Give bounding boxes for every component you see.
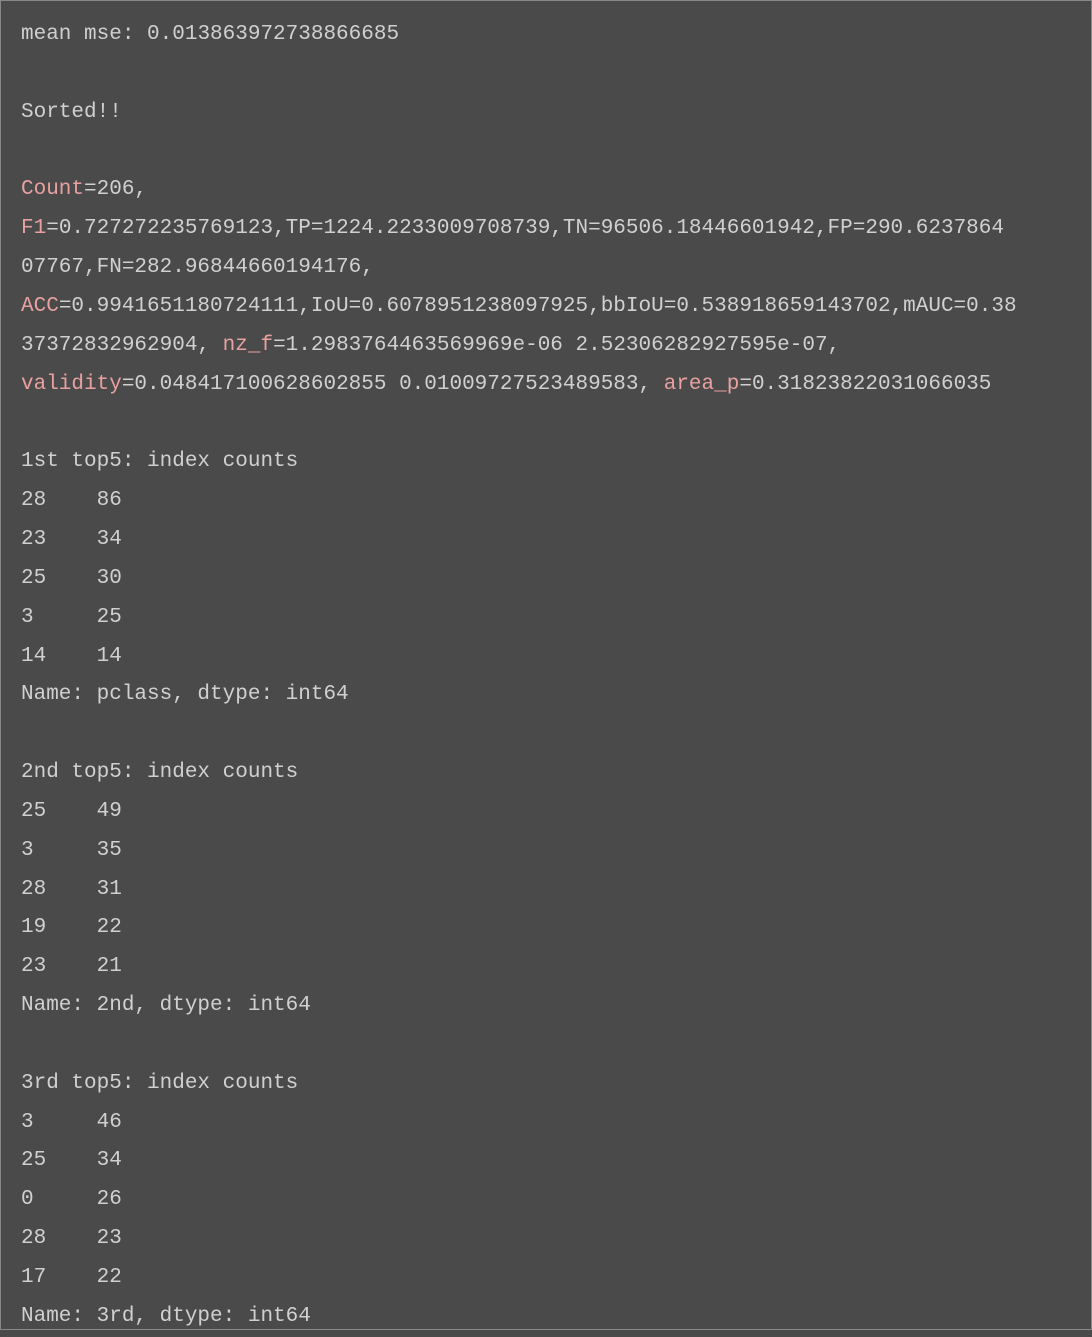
row-count: 35 bbox=[97, 839, 122, 862]
acc-label: ACC bbox=[21, 295, 59, 318]
row-index: 14 bbox=[21, 645, 97, 668]
blank-line bbox=[21, 1026, 1071, 1065]
acc-value-1: =0.9941651180724111,IoU=0.60789512380979… bbox=[59, 295, 1017, 318]
row-index: 28 bbox=[21, 489, 97, 512]
table-row: 19 22 bbox=[21, 909, 1071, 948]
validity-value: =0.048417100628602855 0.0100972752348958… bbox=[122, 373, 664, 396]
f1-line-1: F1=0.727272235769123,TP=1224.22330097087… bbox=[21, 210, 1071, 249]
areap-label: area_p bbox=[664, 373, 740, 396]
row-index: 17 bbox=[21, 1266, 97, 1289]
blank-line bbox=[21, 55, 1071, 94]
count-line: Count=206, bbox=[21, 171, 1071, 210]
nzf-label: nz_f bbox=[223, 334, 273, 357]
sorted-line: Sorted!! bbox=[21, 94, 1071, 133]
acc-line-2: 37372832962904, nz_f=1.2983764463569969e… bbox=[21, 327, 1071, 366]
validity-line: validity=0.048417100628602855 0.01009727… bbox=[21, 366, 1071, 405]
table-row: 14 14 bbox=[21, 638, 1071, 677]
f1-label: F1 bbox=[21, 217, 46, 240]
row-index: 0 bbox=[21, 1188, 97, 1211]
table-row: 25 49 bbox=[21, 793, 1071, 832]
row-index: 23 bbox=[21, 528, 97, 551]
table-row: 17 22 bbox=[21, 1259, 1071, 1298]
table-row: 3 25 bbox=[21, 599, 1071, 638]
row-index: 25 bbox=[21, 1149, 97, 1172]
table-row: 3 35 bbox=[21, 832, 1071, 871]
mean-mse-line: mean mse: 0.013863972738866685 bbox=[21, 16, 1071, 55]
table-row: 28 23 bbox=[21, 1220, 1071, 1259]
count-value: =206, bbox=[84, 178, 147, 201]
row-count: 26 bbox=[97, 1188, 122, 1211]
acc-value-2a: 37372832962904, bbox=[21, 334, 223, 357]
row-count: 22 bbox=[97, 916, 122, 939]
row-index: 25 bbox=[21, 800, 97, 823]
row-index: 28 bbox=[21, 878, 97, 901]
row-index: 23 bbox=[21, 955, 97, 978]
table-row: 23 21 bbox=[21, 948, 1071, 987]
row-count: 86 bbox=[97, 489, 122, 512]
top5-1-name: Name: pclass, dtype: int64 bbox=[21, 676, 1071, 715]
table-row: 23 34 bbox=[21, 521, 1071, 560]
row-index: 28 bbox=[21, 1227, 97, 1250]
row-count: 34 bbox=[97, 528, 122, 551]
count-label: Count bbox=[21, 178, 84, 201]
table-row: 25 30 bbox=[21, 560, 1071, 599]
blank-line bbox=[21, 715, 1071, 754]
top5-3-header: 3rd top5: index counts bbox=[21, 1065, 1071, 1104]
top5-1-header: 1st top5: index counts bbox=[21, 443, 1071, 482]
row-index: 3 bbox=[21, 1111, 97, 1134]
table-row: 28 86 bbox=[21, 482, 1071, 521]
areap-value: =0.31823822031066035 bbox=[739, 373, 991, 396]
row-index: 25 bbox=[21, 567, 97, 590]
row-count: 46 bbox=[97, 1111, 122, 1134]
row-count: 49 bbox=[97, 800, 122, 823]
table-row: 25 34 bbox=[21, 1142, 1071, 1181]
terminal-output: mean mse: 0.013863972738866685 Sorted!! … bbox=[21, 16, 1071, 1337]
top5-2-header: 2nd top5: index counts bbox=[21, 754, 1071, 793]
row-count: 14 bbox=[97, 645, 122, 668]
row-index: 19 bbox=[21, 916, 97, 939]
validity-label: validity bbox=[21, 373, 122, 396]
blank-line bbox=[21, 404, 1071, 443]
table-row: 0 26 bbox=[21, 1181, 1071, 1220]
row-count: 21 bbox=[97, 955, 122, 978]
row-count: 31 bbox=[97, 878, 122, 901]
row-index: 3 bbox=[21, 839, 97, 862]
row-count: 30 bbox=[97, 567, 122, 590]
row-index: 3 bbox=[21, 606, 97, 629]
blank-line bbox=[21, 133, 1071, 172]
row-count: 34 bbox=[97, 1149, 122, 1172]
table-row: 3 46 bbox=[21, 1104, 1071, 1143]
row-count: 25 bbox=[97, 606, 122, 629]
f1-value-1: =0.727272235769123,TP=1224.2233009708739… bbox=[46, 217, 1004, 240]
row-count: 22 bbox=[97, 1266, 122, 1289]
mean-mse-label: mean mse: bbox=[21, 23, 147, 46]
table-row: 28 31 bbox=[21, 871, 1071, 910]
acc-line-1: ACC=0.9941651180724111,IoU=0.60789512380… bbox=[21, 288, 1071, 327]
mean-mse-value: 0.013863972738866685 bbox=[147, 23, 399, 46]
f1-line-2: 07767,FN=282.96844660194176, bbox=[21, 249, 1071, 288]
nzf-value: =1.2983764463569969e-06 2.52306282927595… bbox=[273, 334, 840, 357]
top5-3-name: Name: 3rd, dtype: int64 bbox=[21, 1298, 1071, 1337]
row-count: 23 bbox=[97, 1227, 122, 1250]
top5-2-name: Name: 2nd, dtype: int64 bbox=[21, 987, 1071, 1026]
